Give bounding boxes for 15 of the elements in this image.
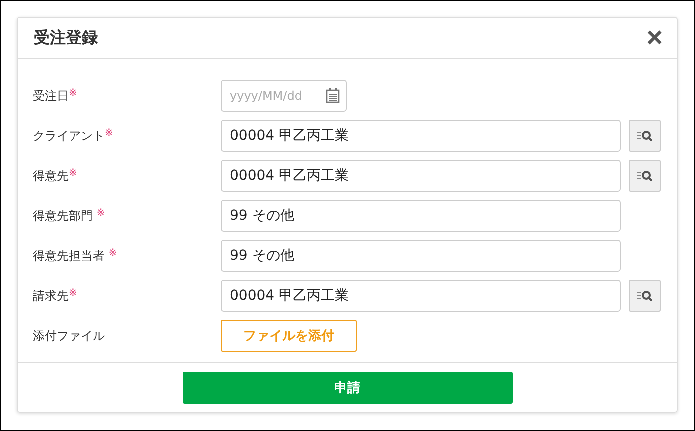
field-label: クライアント※ xyxy=(33,128,114,144)
date-field[interactable]: yyyy/MM/dd xyxy=(221,80,347,112)
input-field[interactable]: 99 その他 xyxy=(221,240,621,272)
input-field[interactable]: 00004 甲乙丙工業 xyxy=(221,160,621,192)
input-field[interactable]: 99 その他 xyxy=(221,200,621,232)
field-label: 請求先※ xyxy=(33,288,78,304)
dialog-title: 受注登録 xyxy=(34,28,98,48)
close-button[interactable]: × xyxy=(646,24,663,52)
field-label: 得意先※ xyxy=(33,168,78,184)
field-label: 受注日※ xyxy=(33,88,78,104)
field-label: 添付ファイル xyxy=(33,328,106,344)
field-label: 得意先担当者 ※ xyxy=(33,248,118,264)
input-field[interactable]: 00004 甲乙丙工業 xyxy=(221,120,621,152)
field-label: 得意先部門 ※ xyxy=(33,208,106,224)
input-field[interactable]: 00004 甲乙丙工業 xyxy=(221,280,621,312)
